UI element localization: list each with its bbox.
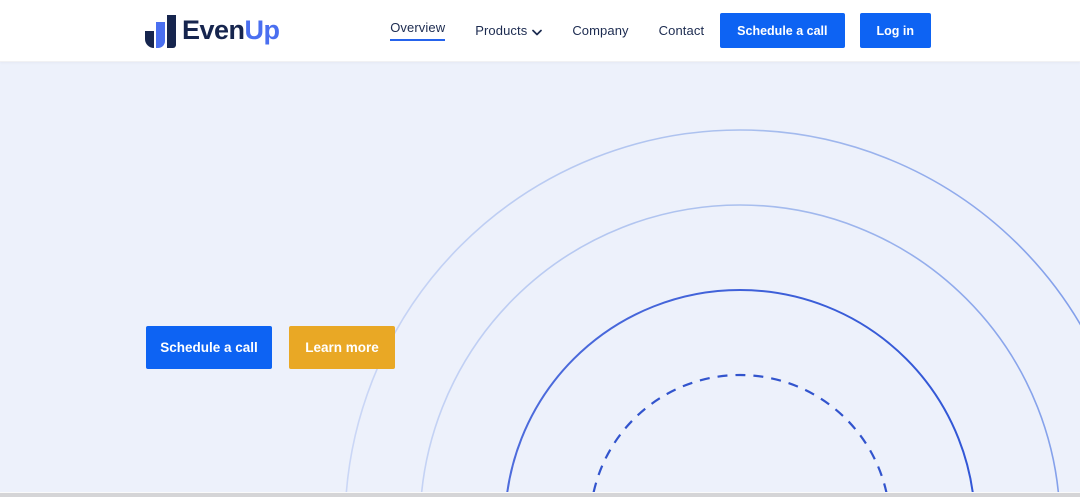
brand-logo[interactable]: EvenUp: [145, 14, 280, 48]
logo-bar-tall: [167, 15, 176, 48]
chevron-down-icon: [532, 24, 542, 39]
brand-name: EvenUp: [182, 15, 280, 46]
brand-name-secondary: Up: [245, 15, 280, 45]
brand-name-primary: Even: [182, 15, 245, 45]
nav-item-overview[interactable]: Overview: [390, 16, 445, 45]
nav-label-company: Company: [572, 23, 628, 38]
header-right-group: Overview Products Company Contact Schedu…: [390, 13, 931, 48]
schedule-call-button-header[interactable]: Schedule a call: [720, 13, 844, 48]
schedule-call-button-hero[interactable]: Schedule a call: [146, 326, 272, 369]
logo-bars-icon: [145, 14, 176, 48]
main-nav: Overview Products Company Contact: [390, 16, 704, 45]
nav-item-company[interactable]: Company: [572, 19, 628, 42]
concentric-circles-graphic: [0, 62, 1080, 492]
logo-bar-medium: [156, 22, 165, 48]
login-button[interactable]: Log in: [860, 13, 932, 48]
nav-label-products: Products: [475, 23, 527, 38]
hero-section: Schedule a call Learn more: [0, 62, 1080, 492]
nav-item-contact[interactable]: Contact: [659, 19, 705, 42]
learn-more-button[interactable]: Learn more: [289, 326, 395, 369]
hero-actions: Schedule a call Learn more: [146, 326, 395, 369]
nav-item-products[interactable]: Products: [475, 18, 542, 43]
logo-bar-short: [145, 31, 154, 48]
next-section-edge: [0, 492, 1080, 497]
nav-label-contact: Contact: [659, 23, 705, 38]
site-header: EvenUp Overview Products Company Contact…: [0, 0, 1080, 62]
nav-label-overview: Overview: [390, 20, 445, 41]
